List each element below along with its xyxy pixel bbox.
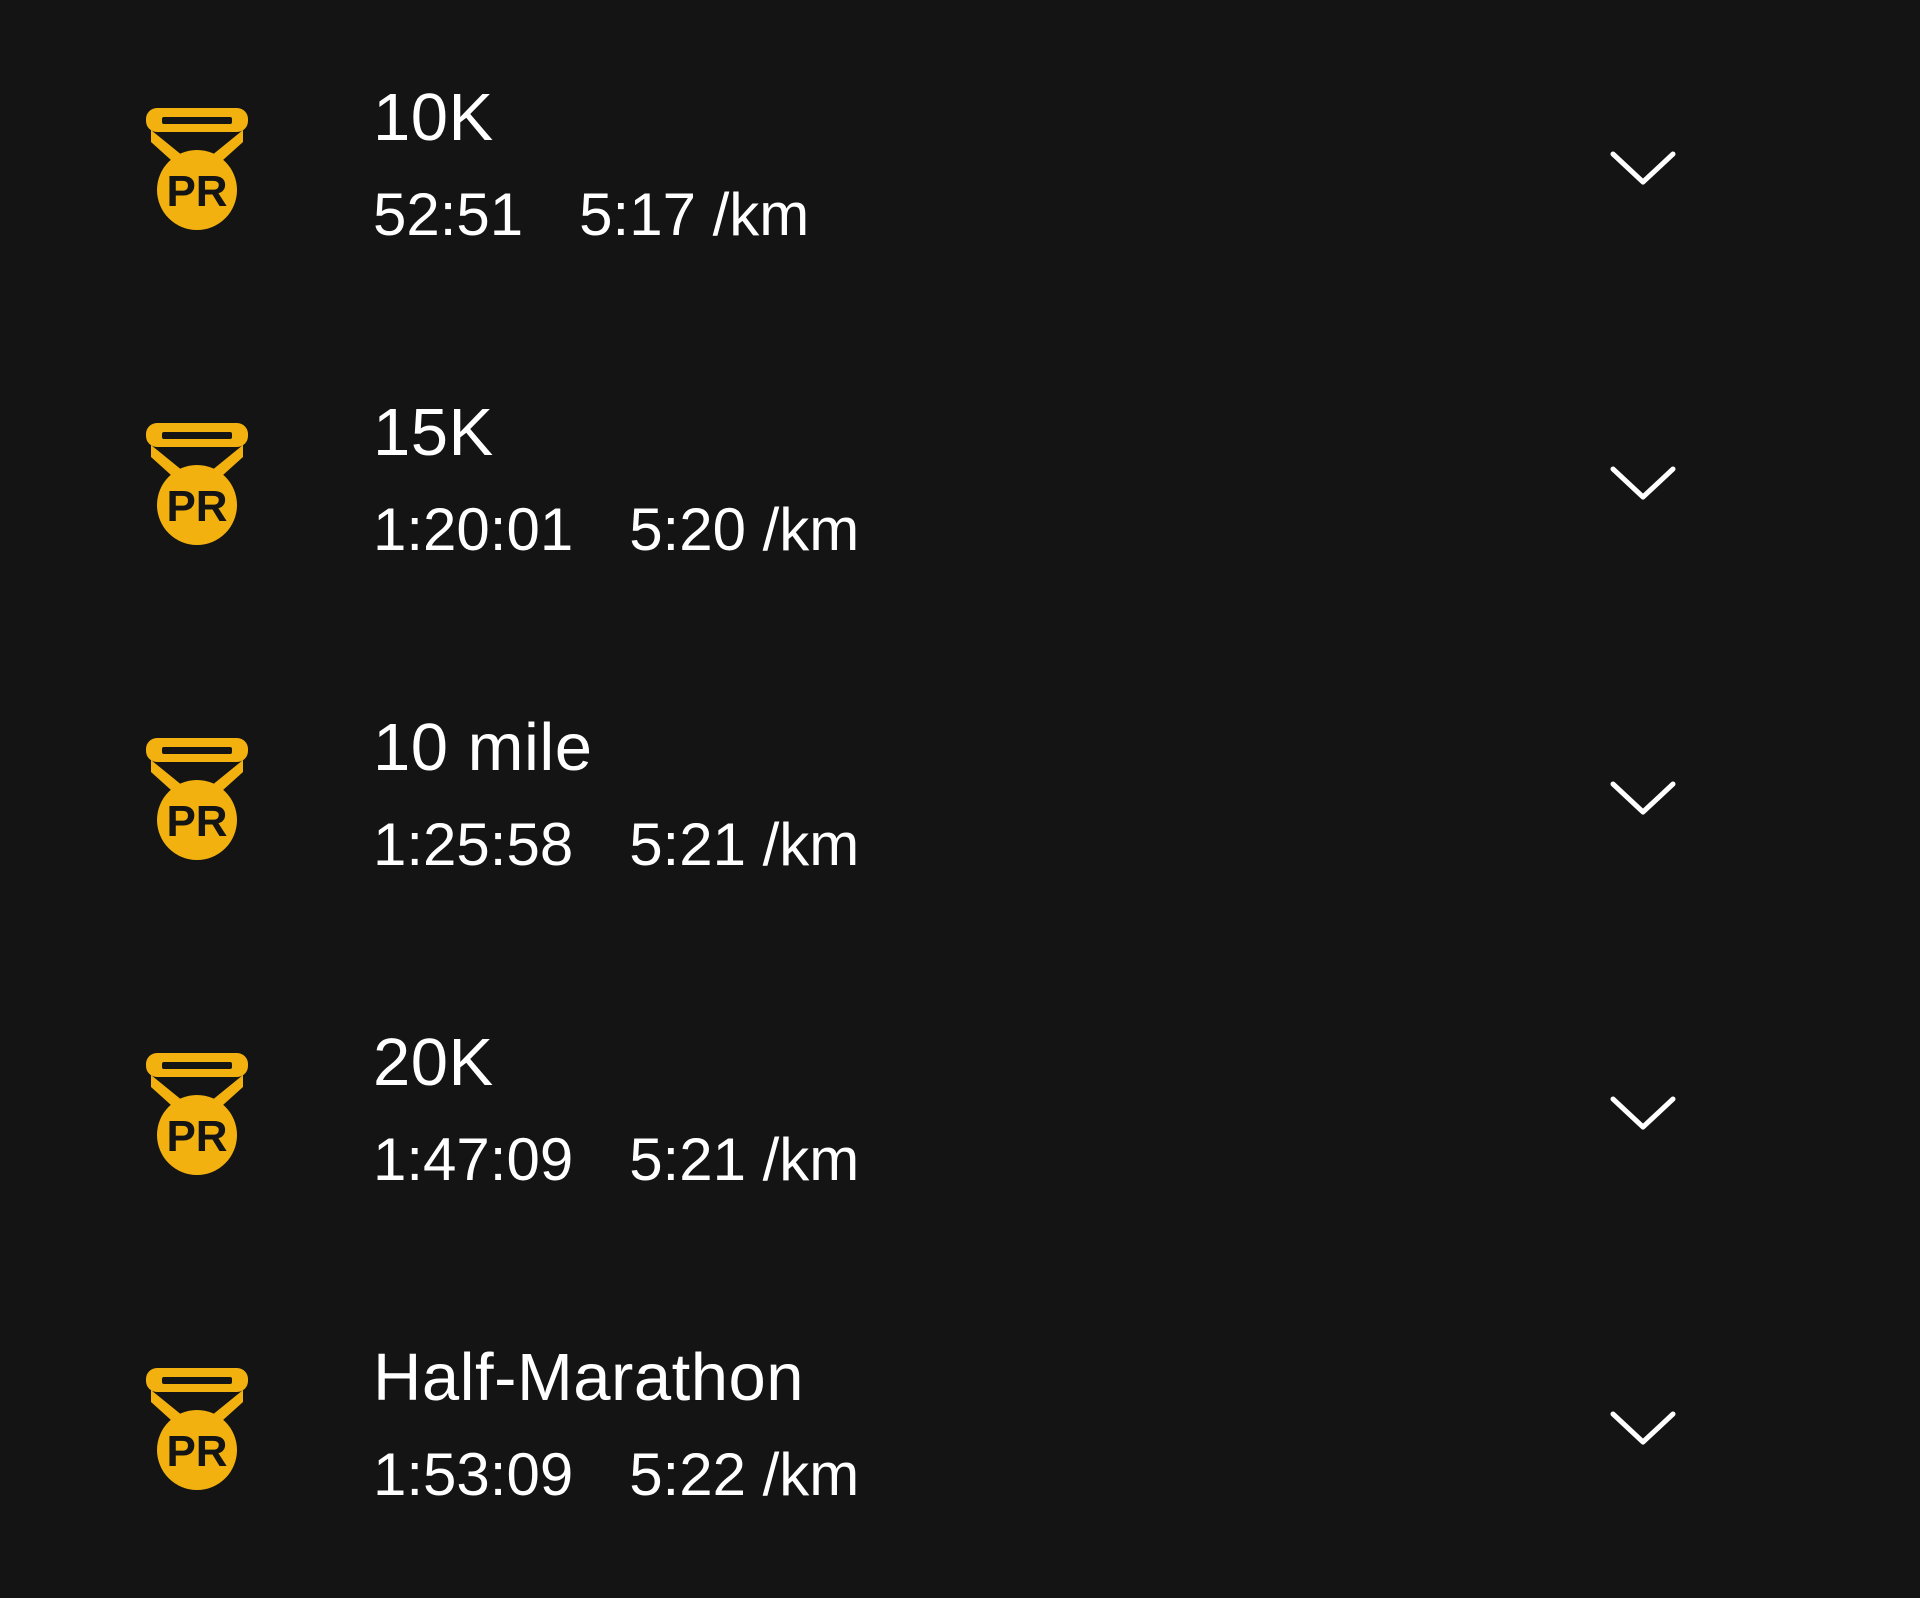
record-stats: 1:25:58 5:21 /km xyxy=(373,810,859,880)
record-time: 1:20:01 xyxy=(373,496,574,563)
record-pace: 5:21 /km xyxy=(629,811,860,878)
chevron-down-icon[interactable] xyxy=(1609,148,1677,188)
record-time: 1:53:09 xyxy=(373,1441,574,1508)
pr-medal-icon: PR xyxy=(140,104,254,230)
record-time: 1:25:58 xyxy=(373,811,574,878)
pr-medal-icon: PR xyxy=(140,734,254,860)
record-details: 20K 1:47:09 5:21 /km xyxy=(373,1023,859,1195)
svg-text:PR: PR xyxy=(166,1112,227,1161)
record-stats: 52:51 5:17 /km xyxy=(373,180,809,250)
distance-label: 10K xyxy=(373,80,494,155)
personal-record-row[interactable]: PR 10 mile 1:25:58 5:21 /km xyxy=(0,630,1920,945)
record-pace: 5:22 /km xyxy=(629,1441,860,1508)
record-time: 1:47:09 xyxy=(373,1126,574,1193)
distance-label: 15K xyxy=(373,395,494,470)
personal-record-row[interactable]: PR 20K 1:47:09 5:21 /km xyxy=(0,945,1920,1260)
svg-text:PR: PR xyxy=(166,482,227,531)
record-pace: 5:17 /km xyxy=(579,181,810,248)
svg-text:PR: PR xyxy=(166,797,227,846)
chevron-down-icon[interactable] xyxy=(1609,1408,1677,1448)
pr-medal-icon: PR xyxy=(140,1364,254,1490)
record-stats: 1:47:09 5:21 /km xyxy=(373,1125,859,1195)
chevron-down-icon[interactable] xyxy=(1609,1093,1677,1133)
pr-medal-icon: PR xyxy=(140,419,254,545)
record-details: 10K 52:51 5:17 /km xyxy=(373,78,809,250)
record-pace: 5:21 /km xyxy=(629,1126,860,1193)
distance-label: Half-Marathon xyxy=(373,1340,805,1415)
record-details: 10 mile 1:25:58 5:21 /km xyxy=(373,708,859,880)
personal-record-row[interactable]: PR Half-Marathon 1:53:09 5:22 /km xyxy=(0,1260,1920,1575)
record-time: 52:51 xyxy=(373,181,524,248)
record-stats: 1:20:01 5:20 /km xyxy=(373,495,859,565)
chevron-down-icon[interactable] xyxy=(1609,463,1677,503)
distance-label: 10 mile xyxy=(373,710,593,785)
personal-record-row[interactable]: PR 15K 1:20:01 5:20 /km xyxy=(0,315,1920,630)
record-details: 15K 1:20:01 5:20 /km xyxy=(373,393,859,565)
svg-text:PR: PR xyxy=(166,167,227,216)
record-pace: 5:20 /km xyxy=(629,496,860,563)
pr-medal-icon: PR xyxy=(140,1049,254,1175)
personal-records-list: PR 10K 52:51 5:17 /km PR 15K 1:20:01 5:20 … xyxy=(0,0,1920,1598)
chevron-down-icon[interactable] xyxy=(1609,778,1677,818)
svg-text:PR: PR xyxy=(166,1427,227,1476)
record-stats: 1:53:09 5:22 /km xyxy=(373,1440,859,1510)
distance-label: 20K xyxy=(373,1025,494,1100)
record-details: Half-Marathon 1:53:09 5:22 /km xyxy=(373,1338,859,1510)
personal-record-row[interactable]: PR 10K 52:51 5:17 /km xyxy=(0,0,1920,315)
